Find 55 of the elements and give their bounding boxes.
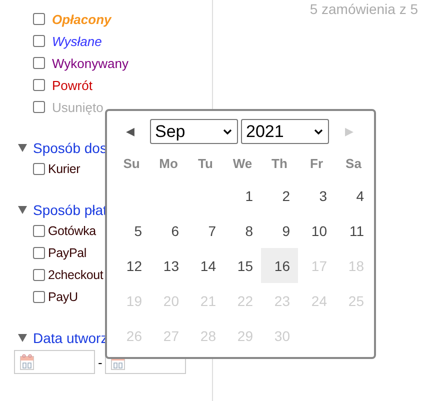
weekday-header: Su [122, 154, 141, 172]
status-label: Wykonywany [52, 56, 128, 70]
year-select[interactable]: 2021 [241, 119, 329, 144]
status-label: Wysłane [52, 34, 102, 48]
checkbox[interactable] [33, 225, 45, 237]
expand-triangle-icon[interactable] [18, 206, 27, 214]
weekday-header: Fr [309, 154, 324, 172]
month-select[interactable]: Sep [150, 119, 238, 144]
chevron-down-icon [223, 128, 232, 134]
calendar-day[interactable]: 15 [224, 248, 261, 283]
calendar-day[interactable]: 9 [261, 213, 298, 248]
previous-month-button[interactable]: ◀ [113, 125, 147, 138]
status-label: Opłacony [52, 12, 112, 26]
option-label: 2checkout [48, 268, 104, 282]
calendar-icon[interactable] [20, 354, 34, 370]
calendar-day[interactable]: 13 [150, 248, 187, 283]
result-count: 5 zamówienia z 5 [310, 1, 418, 17]
calendar-day[interactable]: 2 [261, 178, 298, 213]
calendar-day[interactable]: 1 [224, 178, 261, 213]
checkbox[interactable] [33, 35, 45, 47]
calendar-day[interactable]: 3 [298, 178, 335, 213]
calendar-day[interactable]: 5 [113, 213, 150, 248]
calendar-day[interactable]: 7 [187, 213, 224, 248]
checkbox[interactable] [33, 269, 45, 281]
weekday-header: Th [270, 154, 288, 172]
expand-triangle-icon[interactable] [18, 144, 27, 152]
status-label: Powrót [52, 78, 92, 92]
calendar-day[interactable]: 14 [187, 248, 224, 283]
calendar-day[interactable]: 8 [224, 213, 261, 248]
weekday-header: Tu [197, 154, 214, 172]
status-label: Usunięto [52, 100, 104, 114]
checkbox[interactable] [33, 247, 45, 259]
checkbox[interactable] [33, 291, 45, 303]
calendar-day[interactable]: 10 [298, 213, 335, 248]
checkbox[interactable] [33, 57, 45, 69]
date-from-field[interactable] [14, 350, 95, 374]
option-label: PayPal [48, 246, 86, 260]
calendar-day[interactable]: 12 [113, 248, 150, 283]
checkbox[interactable] [33, 101, 45, 113]
calendar-day[interactable]: 16 [261, 248, 298, 283]
weekday-header: Sa [344, 154, 362, 172]
calendar-day[interactable]: 6 [150, 213, 187, 248]
calendar-day[interactable]: 4 [335, 178, 372, 213]
weekday-header: Mo [158, 154, 179, 172]
option-label: PayU [48, 290, 78, 304]
checkbox[interactable] [33, 79, 45, 91]
chevron-down-icon [314, 128, 323, 134]
option-label: Kurier [48, 162, 80, 176]
checkbox[interactable] [33, 163, 45, 175]
expand-triangle-icon[interactable] [18, 334, 27, 342]
option-label: Gotówka [48, 224, 96, 238]
checkbox[interactable] [33, 13, 45, 25]
range-separator: - [98, 354, 102, 370]
calendar-day[interactable]: 11 [335, 213, 372, 248]
weekday-header: We [232, 154, 254, 172]
